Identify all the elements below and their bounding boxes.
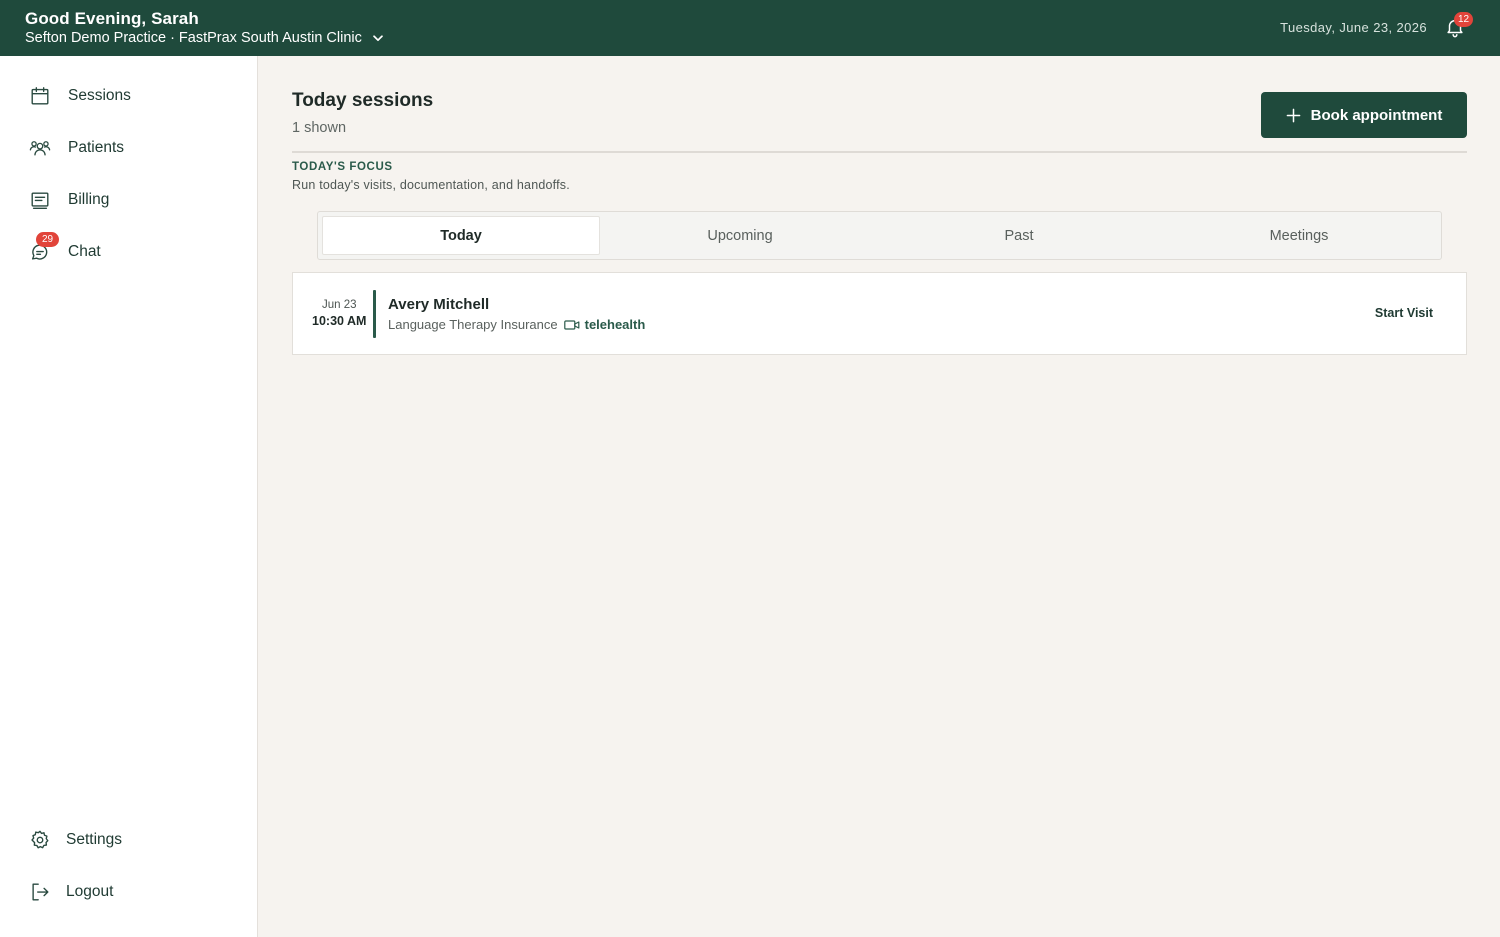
- tab-upcoming[interactable]: Upcoming: [601, 216, 879, 255]
- session-mode: telehealth: [584, 317, 646, 332]
- focus-text: Run today's visits, documentation, and h…: [292, 178, 570, 192]
- gear-icon: [28, 828, 52, 852]
- sidebar-item-label: Patients: [68, 139, 125, 156]
- page-title: Today sessions: [292, 90, 434, 111]
- video-icon: [563, 319, 580, 330]
- users-icon: [28, 136, 52, 160]
- sidebar-item-label: Logout: [66, 883, 114, 900]
- start-visit-button[interactable]: Start Visit: [1375, 306, 1433, 320]
- top-bar: Good Evening, Sarah Sefton Demo Practice…: [0, 0, 1500, 56]
- service-name: Language Therapy Insurance: [388, 317, 558, 332]
- chevron-down-icon: [373, 35, 383, 42]
- sidebar-item-label: Sessions: [68, 87, 131, 104]
- tab-meetings[interactable]: Meetings: [1160, 216, 1438, 255]
- session-meta: Language Therapy Insurance telehealth: [388, 317, 645, 332]
- plus-icon: [1286, 108, 1300, 122]
- calendar-icon: [28, 84, 52, 108]
- sidebar-item-label: Billing: [68, 191, 110, 208]
- chat-badge: 29: [36, 232, 59, 247]
- sidebar: Sessions Patients Billing 29 Chat Settin…: [0, 56, 258, 937]
- receipt-icon: [28, 188, 52, 212]
- tab-today[interactable]: Today: [322, 216, 600, 255]
- sidebar-item-settings[interactable]: Settings: [28, 825, 122, 855]
- session-card[interactable]: Jun 23 10:30 AM Avery Mitchell Language …: [292, 272, 1467, 355]
- session-tabs: Today Upcoming Past Meetings: [317, 211, 1442, 260]
- sidebar-item-sessions[interactable]: Sessions: [28, 81, 131, 111]
- sidebar-item-billing[interactable]: Billing: [28, 185, 109, 215]
- notification-badge: 12: [1454, 12, 1474, 27]
- practice-name: Sefton Demo Practice · FastPrax South Au…: [25, 30, 362, 46]
- sidebar-item-label: Settings: [66, 831, 123, 848]
- patient-name[interactable]: Avery Mitchell: [388, 296, 489, 313]
- session-date: Jun 23: [322, 299, 357, 311]
- sidebar-item-label: Chat: [68, 243, 101, 260]
- current-date: Tuesday, June 23, 2026: [1280, 20, 1427, 35]
- sidebar-item-logout[interactable]: Logout: [28, 877, 113, 907]
- book-appointment-label: Book appointment: [1310, 106, 1443, 124]
- focus-label: TODAY'S FOCUS: [292, 161, 393, 173]
- logout-icon: [28, 880, 52, 904]
- session-accent-bar: [373, 290, 376, 338]
- tab-past[interactable]: Past: [880, 216, 1158, 255]
- practice-selector[interactable]: Sefton Demo Practice · FastPrax South Au…: [25, 30, 385, 46]
- shown-count: 1 shown: [292, 120, 347, 136]
- divider: [292, 151, 1467, 153]
- greeting: Good Evening, Sarah: [25, 9, 199, 28]
- book-appointment-button[interactable]: Book appointment: [1261, 92, 1467, 138]
- sidebar-item-patients[interactable]: Patients: [28, 133, 124, 163]
- chat-icon: 29: [28, 232, 59, 264]
- sidebar-item-chat[interactable]: 29 Chat: [28, 232, 101, 267]
- session-time: 10:30 AM: [312, 314, 367, 328]
